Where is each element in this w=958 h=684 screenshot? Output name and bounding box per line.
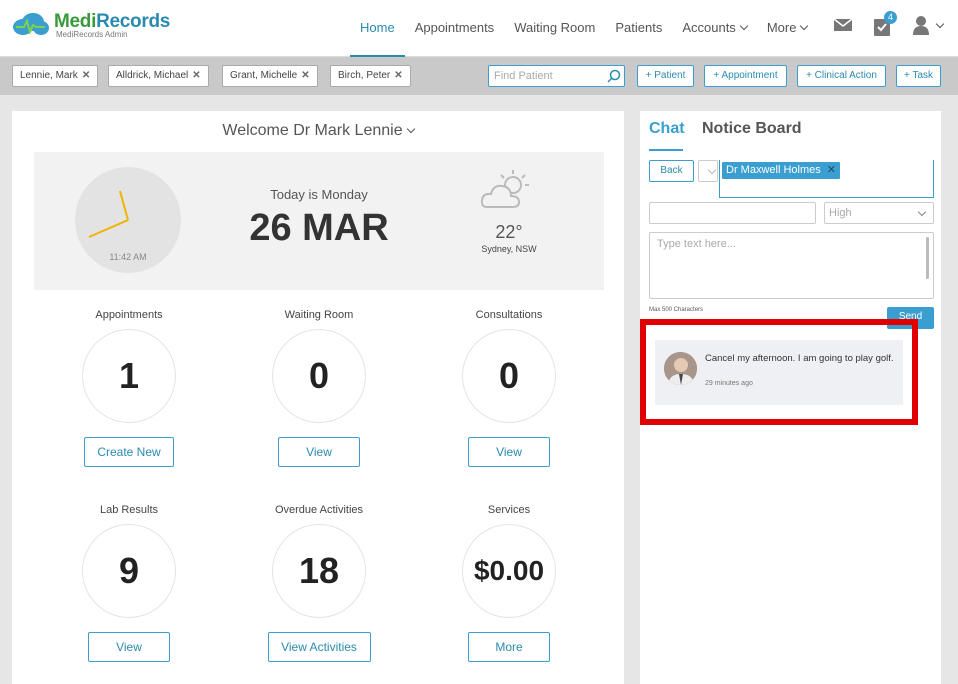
stat-value: 1	[82, 329, 176, 423]
date-display: 26 MAR	[249, 207, 389, 249]
message-textarea[interactable]: Type text here...	[649, 232, 934, 299]
chevron-down-icon	[917, 207, 927, 217]
close-icon[interactable]: ✕	[827, 164, 836, 176]
chevron-down-icon	[739, 21, 749, 31]
chevron-down-icon	[707, 165, 717, 175]
create-new-button[interactable]: Create New	[84, 437, 174, 467]
stat-appointments: Appointments 1 Create New	[54, 309, 204, 467]
chevron-down-icon	[406, 124, 415, 134]
view-waiting-room-button[interactable]: View	[278, 437, 360, 467]
patient-tab[interactable]: Grant, Michelle ✕	[222, 65, 318, 87]
back-button[interactable]: Back	[649, 160, 694, 182]
add-patient-button[interactable]: + Patient	[637, 65, 694, 87]
envelope-icon[interactable]	[833, 15, 855, 39]
stat-label: Lab Results	[99, 504, 159, 516]
search-icon[interactable]	[607, 69, 621, 83]
tasks-count-badge: 4	[884, 11, 897, 24]
view-lab-results-button[interactable]: View	[88, 632, 170, 662]
clipboard-check-icon[interactable]: 4	[873, 11, 897, 39]
close-icon[interactable]: ✕	[82, 70, 90, 81]
patient-tab[interactable]: Lennie, Mark ✕	[12, 65, 99, 87]
stat-lab-results: Lab Results 9 View	[54, 504, 204, 662]
nav-more[interactable]: More	[757, 0, 818, 57]
close-icon[interactable]: ✕	[394, 70, 402, 81]
date-weather-card: 11:42 AM Today is Monday 26 MAR 22° Sydn…	[34, 152, 604, 290]
patient-tab-bar: Lennie, Mark ✕ Alldrick, Michael ✕ Grant, …	[0, 57, 958, 95]
temperature: 22°	[495, 222, 523, 242]
max-characters-note: Max 500 Characters	[649, 307, 704, 313]
clock-time: 11:42 AM	[109, 252, 147, 262]
find-patient-input[interactable]: Find Patient	[488, 65, 625, 87]
add-task-button[interactable]: + Task	[896, 65, 941, 87]
medirecords-logo[interactable]: MediRecords MediRecords Admin	[12, 12, 170, 39]
stat-label: Overdue Activities	[274, 504, 364, 516]
nav-patients[interactable]: Patients	[605, 0, 672, 57]
tab-notice-board[interactable]: Notice Board	[702, 120, 802, 138]
scrollbar[interactable]	[926, 237, 929, 279]
more-services-button[interactable]: More	[468, 632, 550, 662]
analog-clock: 11:42 AM	[75, 167, 181, 273]
patient-tab[interactable]: Birch, Peter ✕	[330, 65, 411, 87]
user-menu[interactable]	[912, 15, 945, 39]
brand-subtitle: MediRecords Admin	[56, 30, 128, 39]
recipient-field[interactable]: Dr Maxwell Holmes ✕	[719, 160, 934, 198]
nav-appointments[interactable]: Appointments	[405, 0, 505, 57]
nav-accounts[interactable]: Accounts	[672, 0, 756, 57]
stat-value: 9	[82, 524, 176, 618]
main-nav: Home Appointments Waiting Room Patients …	[350, 0, 817, 57]
today-label: Today is Monday	[270, 187, 368, 202]
top-navbar: MediRecords MediRecords Admin Home Appoi…	[0, 0, 958, 57]
stat-label: Consultations	[475, 309, 543, 321]
partly-cloudy-icon	[479, 167, 537, 218]
user-icon	[913, 16, 929, 35]
view-activities-button[interactable]: View Activities	[267, 632, 371, 662]
stat-value: $0.00	[462, 524, 556, 618]
recipient-tag: Dr Maxwell Holmes ✕	[722, 162, 840, 179]
stat-waiting-room: Waiting Room 0 View	[244, 309, 394, 467]
nav-waiting-room[interactable]: Waiting Room	[504, 0, 605, 57]
recipient-dropdown[interactable]	[698, 160, 718, 182]
chevron-down-icon	[800, 21, 809, 31]
tab-chat[interactable]: Chat	[649, 120, 685, 138]
priority-select[interactable]: High	[824, 202, 934, 224]
welcome-heading[interactable]: Welcome Dr Mark Lennie	[12, 122, 624, 140]
dashboard-panel: Welcome Dr Mark Lennie 11:42 AM Today is…	[12, 111, 624, 684]
stat-label: Waiting Room	[284, 309, 354, 321]
nav-home[interactable]: Home	[350, 0, 405, 57]
stat-value: 18	[272, 524, 366, 618]
location: Sydney, NSW	[481, 244, 537, 254]
stat-label: Appointments	[95, 309, 163, 321]
patient-tab[interactable]: Alldrick, Michael ✕	[108, 65, 209, 87]
subject-input[interactable]	[649, 202, 816, 224]
stat-label: Services	[487, 504, 531, 516]
close-icon[interactable]: ✕	[301, 70, 309, 81]
stat-value: 0	[462, 329, 556, 423]
add-appointment-button[interactable]: + Appointment	[704, 65, 787, 87]
stat-consultations: Consultations 0 View	[434, 309, 584, 467]
chevron-down-icon	[935, 19, 945, 29]
stat-services: Services $0.00 More	[434, 504, 584, 662]
highlight-box	[640, 319, 918, 425]
active-tab-indicator	[649, 149, 683, 151]
view-consultations-button[interactable]: View	[468, 437, 550, 467]
close-icon[interactable]: ✕	[192, 70, 200, 81]
stat-overdue-activities: Overdue Activities 18 View Activities	[244, 504, 394, 662]
brand-name: MediRecords	[54, 11, 171, 32]
stat-value: 0	[272, 329, 366, 423]
add-clinical-action-button[interactable]: + Clinical Action	[797, 65, 886, 87]
cloud-logo-icon	[12, 12, 50, 36]
